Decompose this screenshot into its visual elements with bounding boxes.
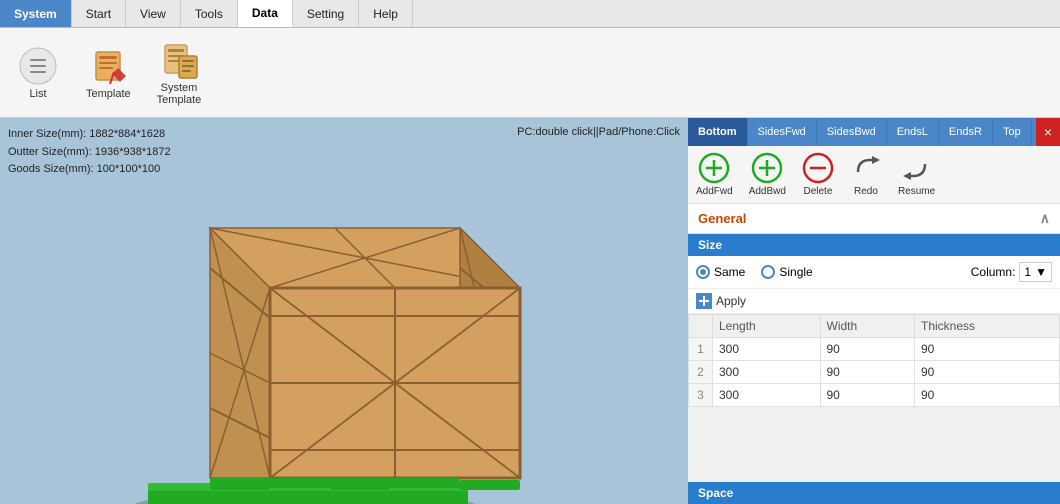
dropdown-arrow-icon: ▼ — [1035, 265, 1047, 279]
menu-system[interactable]: System — [0, 0, 72, 27]
radio-single-label: Single — [779, 265, 812, 279]
row-thickness[interactable]: 90 — [914, 361, 1059, 384]
addfwd-button[interactable]: AddFwd — [696, 152, 733, 197]
toolbar-system-template[interactable]: SystemTemplate — [149, 36, 210, 110]
menu-data[interactable]: Data — [238, 0, 293, 27]
action-row: AddFwd AddBwd — [688, 146, 1060, 204]
addbwd-button[interactable]: AddBwd — [749, 152, 786, 197]
row-thickness[interactable]: 90 — [914, 384, 1059, 407]
row-length[interactable]: 300 — [713, 384, 821, 407]
resume-button[interactable]: Resume — [898, 152, 935, 197]
general-toggle[interactable]: ∧ — [1040, 210, 1050, 227]
apply-button[interactable]: Apply — [696, 293, 1052, 309]
radio-single-circle — [761, 265, 775, 279]
column-value: 1 — [1024, 265, 1031, 279]
toolbar-template[interactable]: Template — [78, 42, 139, 104]
col-width: Width — [820, 315, 914, 338]
space-section-header: Space — [688, 482, 1060, 504]
inner-size-label: Inner Size(mm): 1882*884*1628 — [8, 126, 171, 144]
col-num — [689, 315, 713, 338]
row-num: 3 — [689, 384, 713, 407]
tab-sidesbwd[interactable]: SidesBwd — [817, 118, 887, 146]
apply-label: Apply — [716, 294, 746, 308]
row-num: 1 — [689, 338, 713, 361]
row-width[interactable]: 90 — [820, 361, 914, 384]
right-panel: Bottom SidesFwd SidesBwd EndsL EndsR Top… — [688, 118, 1060, 504]
table-row[interactable]: 1 300 90 90 — [689, 338, 1060, 361]
toolbar: List Template — [0, 28, 1060, 118]
col-length: Length — [713, 315, 821, 338]
toolbar-system-template-label: SystemTemplate — [157, 82, 202, 106]
addfwd-icon — [698, 152, 730, 184]
menu-start[interactable]: Start — [72, 0, 126, 27]
delete-button[interactable]: Delete — [802, 152, 834, 197]
addbwd-label: AddBwd — [749, 186, 786, 197]
apply-icon — [696, 293, 712, 309]
column-dropdown[interactable]: 1 ▼ — [1019, 262, 1052, 282]
hint-text: PC:double click||Pad/Phone:Click — [517, 126, 680, 138]
toolbar-template-label: Template — [86, 88, 131, 100]
row-width[interactable]: 90 — [820, 338, 914, 361]
tab-top[interactable]: Top — [993, 118, 1032, 146]
system-template-icon — [159, 40, 199, 80]
crate-3d-view[interactable] — [80, 168, 540, 504]
row-num: 2 — [689, 361, 713, 384]
addbwd-icon — [751, 152, 783, 184]
redo-label: Redo — [854, 186, 878, 197]
redo-icon — [850, 152, 882, 184]
tab-endsl[interactable]: EndsL — [887, 118, 939, 146]
main-layout: Inner Size(mm): 1882*884*1628 Outter Siz… — [0, 118, 1060, 504]
tab-endsr[interactable]: EndsR — [939, 118, 993, 146]
table-row[interactable]: 2 300 90 90 — [689, 361, 1060, 384]
toolbar-list-label: List — [29, 88, 46, 100]
radio-single[interactable]: Single — [761, 265, 812, 279]
resume-label: Resume — [898, 186, 935, 197]
column-select: Column: 1 ▼ — [971, 262, 1052, 282]
menu-setting[interactable]: Setting — [293, 0, 359, 27]
redo-button[interactable]: Redo — [850, 152, 882, 197]
addfwd-label: AddFwd — [696, 186, 733, 197]
radio-row: Same Single Column: 1 ▼ — [688, 256, 1060, 289]
toolbar-list[interactable]: List — [8, 42, 68, 104]
menu-bar: System Start View Tools Data Setting Hel… — [0, 0, 1060, 28]
menu-help[interactable]: Help — [359, 0, 413, 27]
close-button[interactable]: × — [1036, 118, 1060, 146]
tab-bottom[interactable]: Bottom — [688, 118, 748, 146]
data-table: Length Width Thickness 1 300 90 90 2 300… — [688, 314, 1060, 407]
radio-same-circle — [696, 265, 710, 279]
tab-sidesfwd[interactable]: SidesFwd — [748, 118, 817, 146]
row-thickness[interactable]: 90 — [914, 338, 1059, 361]
right-tabs: Bottom SidesFwd SidesBwd EndsL EndsR Top… — [688, 118, 1060, 146]
left-panel: Inner Size(mm): 1882*884*1628 Outter Siz… — [0, 118, 688, 504]
col-thickness: Thickness — [914, 315, 1059, 338]
row-width[interactable]: 90 — [820, 384, 914, 407]
row-length[interactable]: 300 — [713, 338, 821, 361]
apply-row: Apply — [688, 289, 1060, 314]
delete-label: Delete — [803, 186, 832, 197]
list-icon — [18, 46, 58, 86]
radio-same-label: Same — [714, 265, 745, 279]
delete-icon — [802, 152, 834, 184]
crate-svg — [80, 168, 540, 504]
template-icon — [88, 46, 128, 86]
size-header: Size — [688, 234, 1060, 256]
radio-same[interactable]: Same — [696, 265, 745, 279]
general-title: General — [698, 211, 746, 226]
table-row[interactable]: 3 300 90 90 — [689, 384, 1060, 407]
general-header: General ∧ — [688, 204, 1060, 234]
menu-view[interactable]: View — [126, 0, 181, 27]
row-length[interactable]: 300 — [713, 361, 821, 384]
column-label: Column: — [971, 265, 1016, 279]
resume-icon — [901, 152, 933, 184]
outer-size-label: Outter Size(mm): 1936*938*1872 — [8, 144, 171, 162]
menu-tools[interactable]: Tools — [181, 0, 238, 27]
